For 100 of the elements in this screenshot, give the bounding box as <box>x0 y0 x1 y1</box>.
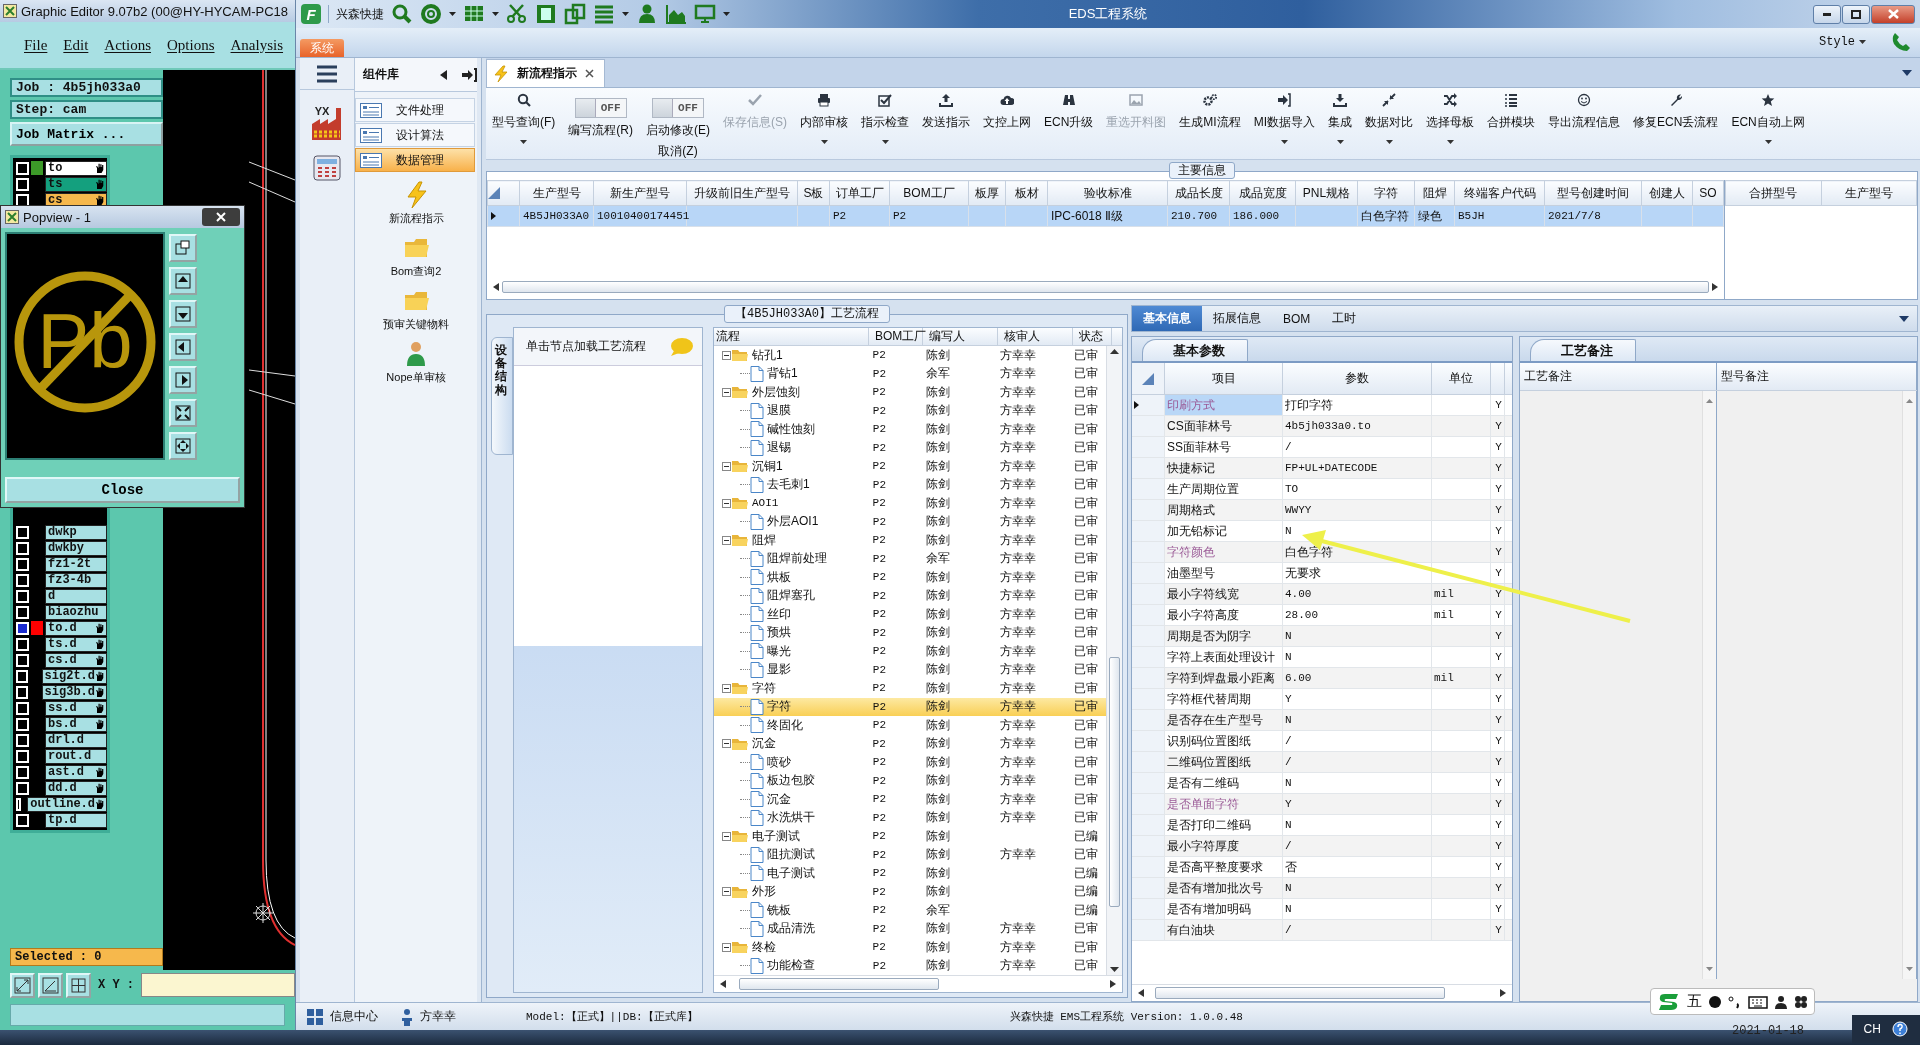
toolbar-button[interactable]: ECN升级 <box>1044 92 1094 144</box>
layer-bar[interactable]: to.d <box>45 620 107 636</box>
tree-node-label[interactable]: 成品清洗 <box>764 920 815 938</box>
layer-bar[interactable]: dd.d <box>45 780 107 796</box>
tool-label[interactable]: Bom查询2 <box>390 264 442 279</box>
caret-icon[interactable] <box>520 140 528 144</box>
dropdown-icon[interactable] <box>1899 315 1909 322</box>
tree-node-label[interactable]: 阻焊塞孔 <box>764 587 815 605</box>
hand-icon[interactable] <box>95 671 104 681</box>
layer-bar[interactable]: tp.d <box>45 812 107 828</box>
tree-node-label[interactable]: 字符 <box>749 679 776 697</box>
tree-node-label[interactable]: 水洗烘干 <box>764 809 815 827</box>
layer-checkbox[interactable] <box>16 177 29 191</box>
xy-input-field[interactable] <box>141 973 295 997</box>
lifebuoy-icon[interactable] <box>420 3 442 25</box>
collapse-icon[interactable] <box>722 739 731 749</box>
info-center-link[interactable]: 信息中心 <box>330 1008 378 1025</box>
hand-icon[interactable] <box>95 687 104 697</box>
hand-icon[interactable] <box>95 623 104 633</box>
hand-icon[interactable] <box>95 163 104 173</box>
column-header[interactable]: 项目 <box>1165 363 1283 394</box>
layer-checkbox[interactable] <box>16 653 29 667</box>
tree-node-label[interactable]: 喷砂 <box>764 753 791 771</box>
layer-bar[interactable]: d <box>45 588 107 604</box>
hand-icon[interactable] <box>95 767 104 777</box>
caret-icon[interactable] <box>1859 40 1866 44</box>
close-icon[interactable] <box>585 69 594 78</box>
column-header[interactable]: 生产型号 <box>519 180 594 206</box>
tree-node-label[interactable]: 外层AOI1 <box>764 513 819 531</box>
column-header[interactable]: 字符 <box>1357 180 1415 206</box>
layer-checkbox[interactable] <box>16 797 22 811</box>
layer-checkbox[interactable] <box>16 813 29 827</box>
column-header[interactable]: 订单工厂 <box>829 180 890 206</box>
layer-checkbox[interactable] <box>16 621 29 635</box>
toolbar-button[interactable]: 数据对比 <box>1365 92 1414 144</box>
caret-icon[interactable] <box>820 140 828 144</box>
collapse-icon[interactable] <box>722 461 731 471</box>
tool-label[interactable]: 新流程指示 <box>388 211 444 226</box>
copy-icon[interactable] <box>564 3 586 25</box>
caret-icon[interactable] <box>723 12 730 16</box>
view-button[interactable] <box>169 399 197 427</box>
tree-node-label[interactable]: 退锡 <box>764 439 791 457</box>
layer-checkbox[interactable] <box>16 765 29 779</box>
hand-icon[interactable] <box>95 799 104 809</box>
caret-icon[interactable] <box>881 140 889 144</box>
toolbar-button[interactable]: 生成MI流程 <box>1179 92 1241 144</box>
layer-bar[interactable]: fz3-4b <box>45 572 107 588</box>
column-header[interactable]: 流程 <box>714 328 869 345</box>
document-tab[interactable]: 新流程指示 <box>486 59 605 87</box>
tab[interactable]: BOM <box>1272 306 1322 331</box>
layer-checkbox[interactable] <box>16 685 28 699</box>
hand-icon[interactable] <box>95 639 104 649</box>
column-header[interactable]: 状态 <box>1073 328 1112 345</box>
tab[interactable]: 基本信息 <box>1132 306 1202 331</box>
column-header[interactable]: 型号创建时间 <box>1544 180 1642 206</box>
layer-bar[interactable]: ast.d <box>45 764 107 780</box>
tree-node-label[interactable]: 电子测试 <box>764 864 815 882</box>
tree-node-label[interactable]: 外形 <box>749 883 776 901</box>
column-header[interactable]: 核审人 <box>998 328 1073 345</box>
layer-bar[interactable]: to <box>45 160 107 176</box>
column-header[interactable]: 新生产型号 <box>593 180 687 206</box>
tree-node-label[interactable]: 板边包胶 <box>764 772 815 790</box>
column-header[interactable]: 合拼型号 <box>1725 180 1821 206</box>
horizontal-scrollbar[interactable] <box>1132 984 1512 1001</box>
caret-icon[interactable] <box>1280 140 1288 144</box>
row-selector[interactable] <box>1132 395 1165 415</box>
view-button[interactable] <box>169 267 197 295</box>
tool-button[interactable] <box>66 972 91 998</box>
layer-bar[interactable]: ts <box>45 176 107 192</box>
horizontal-scrollbar[interactable] <box>714 975 1122 992</box>
caret-icon[interactable] <box>449 12 456 16</box>
scroll-right-icon[interactable] <box>1110 980 1116 988</box>
column-header[interactable]: 阻焊 <box>1414 180 1455 206</box>
tree-node-label[interactable]: 钻孔1 <box>749 346 783 364</box>
layer-bar[interactable]: rout.d <box>45 748 107 764</box>
tree-node-label[interactable]: 去毛刺1 <box>764 476 810 494</box>
tab[interactable]: 工时 <box>1321 306 1368 331</box>
column-header[interactable]: 单位 <box>1432 363 1491 394</box>
column-header[interactable]: 验收标准 <box>1047 180 1168 206</box>
tree-node-label[interactable]: AOI1 <box>749 497 779 510</box>
caret-icon[interactable] <box>1385 140 1393 144</box>
tree-node-label[interactable]: 铣板 <box>764 901 791 919</box>
tree-node-label[interactable]: 烘板 <box>764 568 791 586</box>
layer-bar[interactable]: cs.d <box>45 652 107 668</box>
menu-item[interactable]: Analysis <box>230 36 284 54</box>
job-matrix-button[interactable]: Job Matrix ... <box>10 122 163 146</box>
tree-node-label[interactable]: 电子测试 <box>749 827 800 845</box>
layer-bar[interactable]: outline.d <box>27 796 107 812</box>
film-icon[interactable] <box>535 3 557 25</box>
tree-node-label[interactable]: 阻焊前处理 <box>764 550 827 568</box>
menu-item[interactable]: Options <box>167 36 215 54</box>
scroll-up-icon[interactable] <box>1110 349 1119 354</box>
collapse-icon[interactable] <box>722 535 731 545</box>
menu-item[interactable]: Edit <box>63 36 89 54</box>
scroll-left-icon[interactable] <box>720 980 726 988</box>
tree-node-label[interactable]: 碱性蚀刻 <box>764 420 815 438</box>
help-icon[interactable] <box>1892 1021 1909 1037</box>
column-header[interactable]: PNL规格 <box>1295 180 1358 206</box>
phone-icon[interactable] <box>1890 31 1912 53</box>
layer-bar[interactable]: drl.d <box>45 732 107 748</box>
